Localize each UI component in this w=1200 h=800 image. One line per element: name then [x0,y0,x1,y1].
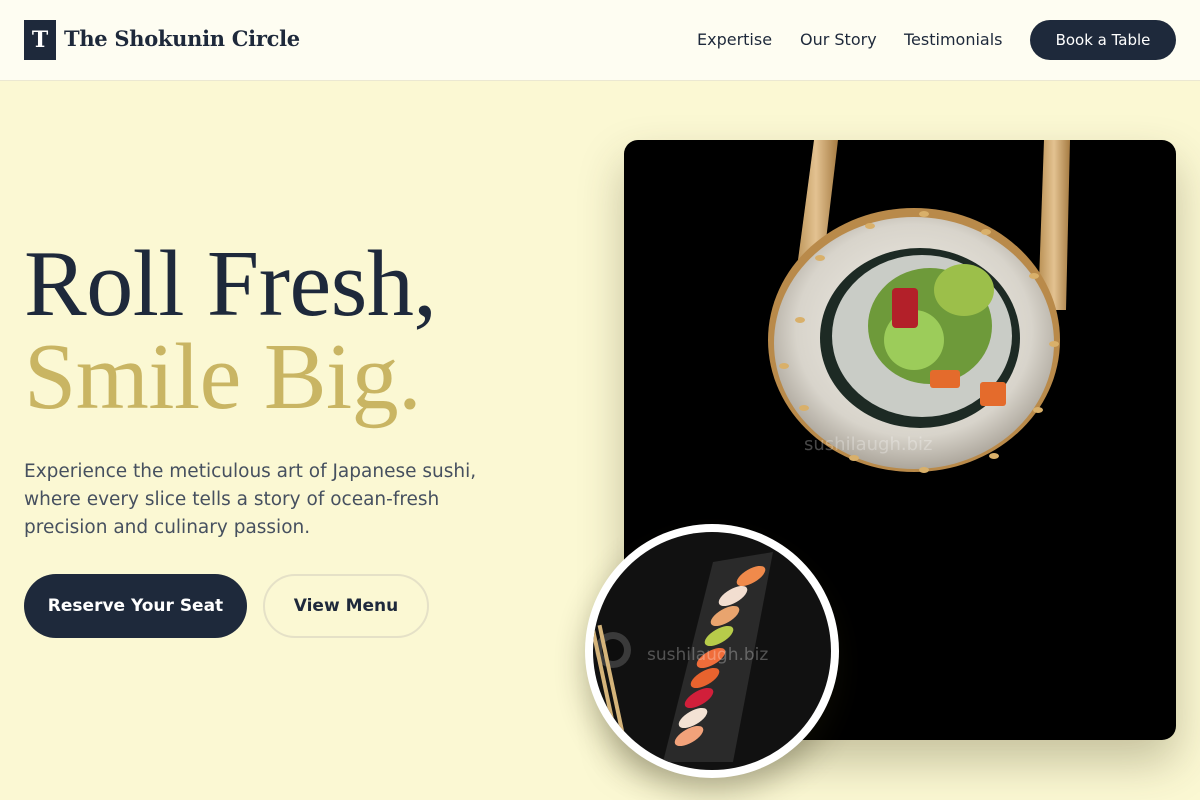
image-watermark: sushilaugh.biz [804,434,933,455]
hero-description: Experience the meticulous art of Japanes… [24,461,477,538]
nav-link-our-story[interactable]: Our Story [800,30,877,49]
sushi-platter-image: sushilaugh.biz [593,532,831,770]
hero-headline: Roll Fresh, Smile Big. [24,232,437,429]
image-watermark-circle: sushilaugh.biz [647,645,769,665]
sushi-platter-photo: sushilaugh.biz [585,524,839,778]
view-menu-button[interactable]: View Menu [263,574,429,638]
headline-line-2: Smile Big. [24,325,422,429]
nav-link-expertise[interactable]: Expertise [697,30,772,49]
reserve-seat-button[interactable]: Reserve Your Seat [24,574,247,638]
brand-name[interactable]: The Shokunin Circle [64,26,300,51]
logo-mark-icon[interactable]: T [24,20,56,60]
book-table-button[interactable]: Book a Table [1030,20,1176,60]
site-header: T The Shokunin Circle Expertise Our Stor… [0,0,1200,81]
headline-line-1: Roll Fresh, [24,232,437,336]
nav-link-testimonials[interactable]: Testimonials [904,30,1003,49]
